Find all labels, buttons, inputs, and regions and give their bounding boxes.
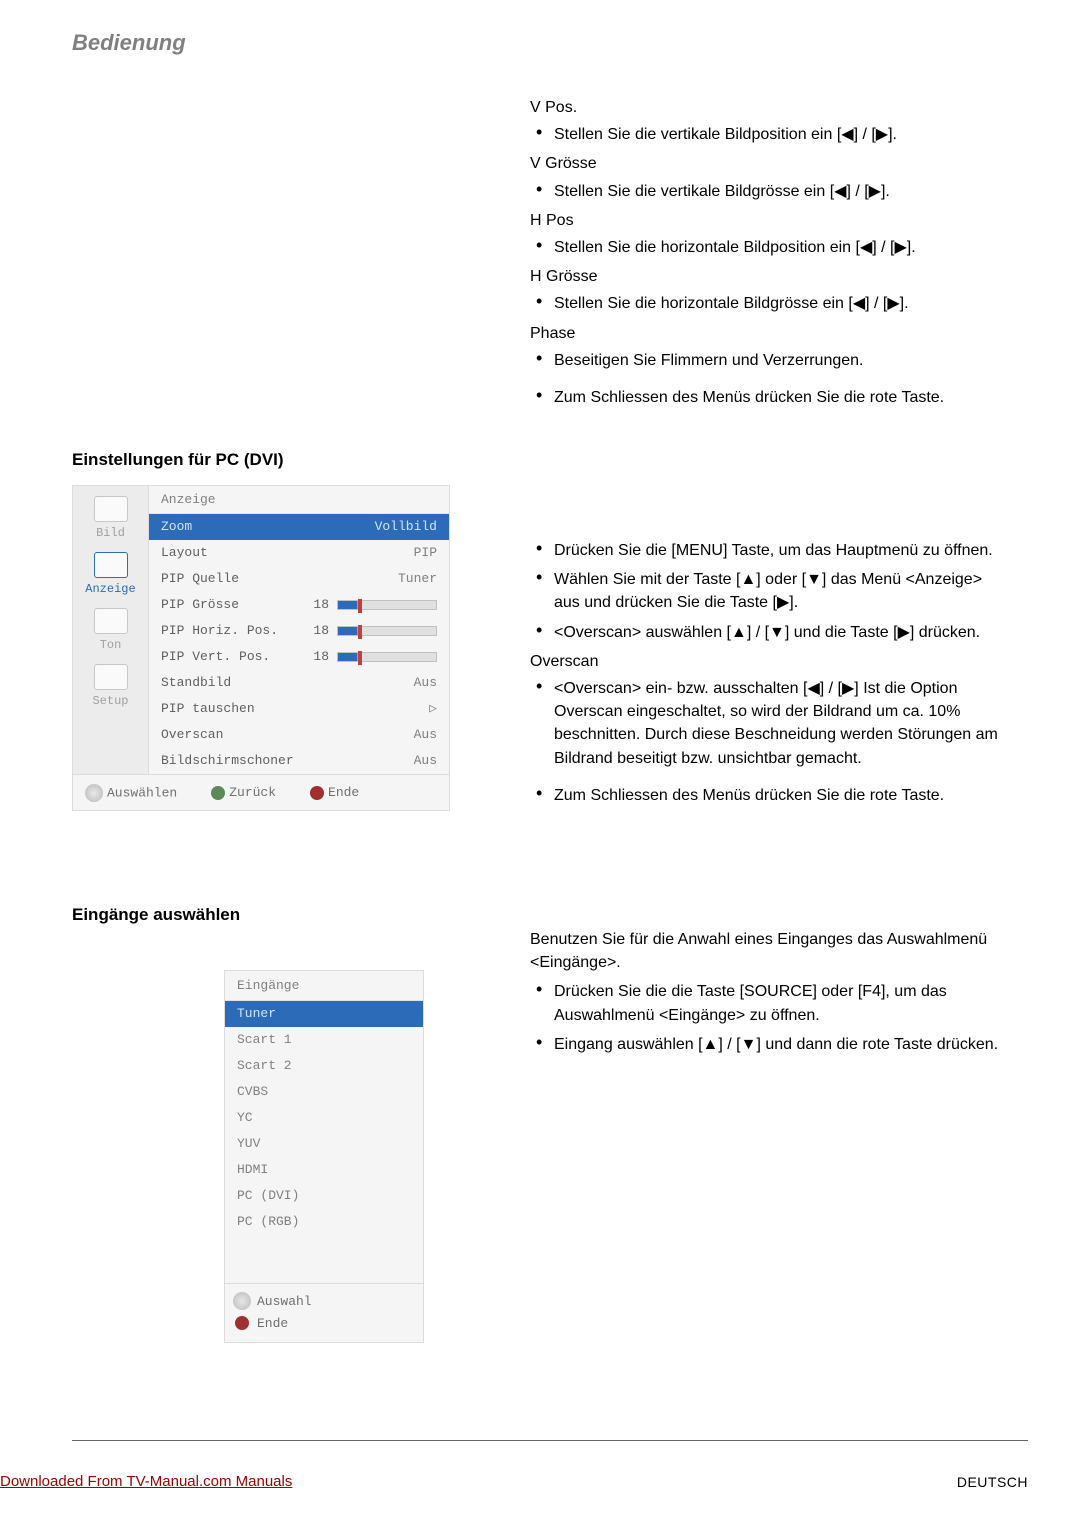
sidebar-item-bild[interactable]: Bild xyxy=(73,492,148,548)
inputs-intro: Benutzen Sie für die Anwahl eines Eingan… xyxy=(530,928,1010,974)
input-row-yc[interactable]: YC xyxy=(225,1105,423,1131)
osd-row-overscan[interactable]: Overscan Aus xyxy=(149,722,449,748)
osd-inputs-footer: Auswahl Ende xyxy=(225,1283,423,1342)
sound-icon xyxy=(94,608,128,634)
input-row-scart2[interactable]: Scart 2 xyxy=(225,1053,423,1079)
red-dot-icon xyxy=(310,786,324,800)
osd-row-layout[interactable]: Layout PIP xyxy=(149,540,449,566)
page-title: Bedienung xyxy=(72,30,186,56)
bullet-hgroesse: Stellen Sie die horizontale Bildgrösse e… xyxy=(530,292,1010,315)
input-row-scart1[interactable]: Scart 1 xyxy=(225,1027,423,1053)
osd-row-standbild[interactable]: Standbild Aus xyxy=(149,670,449,696)
bullet-phase: Beseitigen Sie Flimmern und Verzerrungen… xyxy=(530,349,1010,372)
osd-inputs-title: Eingänge xyxy=(225,971,423,1001)
sidebar-item-anzeige[interactable]: Anzeige xyxy=(73,548,148,604)
heading-phase: Phase xyxy=(530,322,1010,345)
red-dot-icon xyxy=(235,1316,249,1330)
heading-overscan: Overscan xyxy=(530,650,1010,673)
osd-panel-title: Anzeige xyxy=(149,486,449,514)
sidebar-item-setup[interactable]: Setup xyxy=(73,660,148,716)
footer-select: Auswählen xyxy=(85,784,177,802)
bullet-close-1: Zum Schliessen des Menüs drücken Sie die… xyxy=(530,386,1010,409)
input-row-yuv[interactable]: YUV xyxy=(225,1131,423,1157)
osd-row-bildschirmschoner[interactable]: Bildschirmschoner Aus xyxy=(149,748,449,774)
bullet-overscan-desc: <Overscan> ein- bzw. ausschalten [◀] / [… xyxy=(530,677,1010,770)
bullet-hpos: Stellen Sie die horizontale Bildposition… xyxy=(530,236,1010,259)
osd-panel-inputs: Eingänge Tuner Scart 1 Scart 2 CVBS YC Y… xyxy=(224,970,424,1343)
heading-hpos: H Pos xyxy=(530,209,1010,232)
osd-row-pip-groesse[interactable]: PIP Grösse 18 xyxy=(149,592,449,618)
input-row-pc-rgb[interactable]: PC (RGB) xyxy=(225,1209,423,1235)
slider-bar[interactable] xyxy=(337,626,437,636)
osd-row-pip-quelle[interactable]: PIP Quelle Tuner xyxy=(149,566,449,592)
bullet-input-select: Eingang auswählen [▲] / [▼] und dann die… xyxy=(530,1033,1010,1056)
bullet-vpos: Stellen Sie die vertikale Bildposition e… xyxy=(530,123,1010,146)
input-row-cvbs[interactable]: CVBS xyxy=(225,1079,423,1105)
display-icon xyxy=(94,552,128,578)
green-dot-icon xyxy=(211,786,225,800)
section-title-pc-dvi: Einstellungen für PC (DVI) xyxy=(72,450,284,470)
bullet-menu-open: Drücken Sie die [MENU] Taste, um das Hau… xyxy=(530,539,1010,562)
slider-bar[interactable] xyxy=(337,600,437,610)
section-title-inputs: Eingänge auswählen xyxy=(72,905,240,925)
osd-sidebar: Bild Anzeige Ton Setup xyxy=(73,486,149,774)
footer-back: Zurück xyxy=(211,785,276,800)
footer-end: Ende xyxy=(233,1312,415,1334)
bullet-source-open: Drücken Sie die die Taste [SOURCE] oder … xyxy=(530,980,1010,1026)
footer-end: Ende xyxy=(310,785,359,800)
bullet-anzeige-select: Wählen Sie mit der Taste [▲] oder [▼] da… xyxy=(530,568,1010,614)
heading-vgroesse: V Grösse xyxy=(530,152,1010,175)
slider-bar[interactable] xyxy=(337,652,437,662)
heading-hgroesse: H Grösse xyxy=(530,265,1010,288)
ok-icon xyxy=(233,1292,251,1310)
bullet-vgroesse: Stellen Sie die vertikale Bildgrösse ein… xyxy=(530,180,1010,203)
osd-row-zoom[interactable]: Zoom Vollbild xyxy=(149,514,449,540)
osd-row-pip-horiz[interactable]: PIP Horiz. Pos. 18 xyxy=(149,618,449,644)
setup-icon xyxy=(94,664,128,690)
osd-row-pip-vert[interactable]: PIP Vert. Pos. 18 xyxy=(149,644,449,670)
bullet-overscan-select: <Overscan> auswählen [▲] / [▼] und die T… xyxy=(530,621,1010,644)
input-row-tuner[interactable]: Tuner xyxy=(225,1001,423,1027)
input-row-pc-dvi[interactable]: PC (DVI) xyxy=(225,1183,423,1209)
language-label: DEUTSCH xyxy=(957,1474,1028,1490)
sidebar-item-ton[interactable]: Ton xyxy=(73,604,148,660)
horizontal-rule xyxy=(72,1440,1028,1441)
bullet-close-2: Zum Schliessen des Menüs drücken Sie die… xyxy=(530,784,1010,807)
footer-select: Auswahl xyxy=(233,1290,415,1312)
osd-row-pip-tauschen[interactable]: PIP tauschen ▷ xyxy=(149,696,449,722)
heading-vpos: V Pos. xyxy=(530,96,1010,119)
osd-panel-anzeige: Bild Anzeige Ton Setup Anzeige Zoom Voll… xyxy=(72,485,450,811)
input-row-hdmi[interactable]: HDMI xyxy=(225,1157,423,1183)
osd-footer: Auswählen Zurück Ende xyxy=(73,774,449,810)
ok-icon xyxy=(85,784,103,802)
image-icon xyxy=(94,496,128,522)
download-link[interactable]: Downloaded From TV-Manual.com Manuals xyxy=(0,1473,292,1490)
